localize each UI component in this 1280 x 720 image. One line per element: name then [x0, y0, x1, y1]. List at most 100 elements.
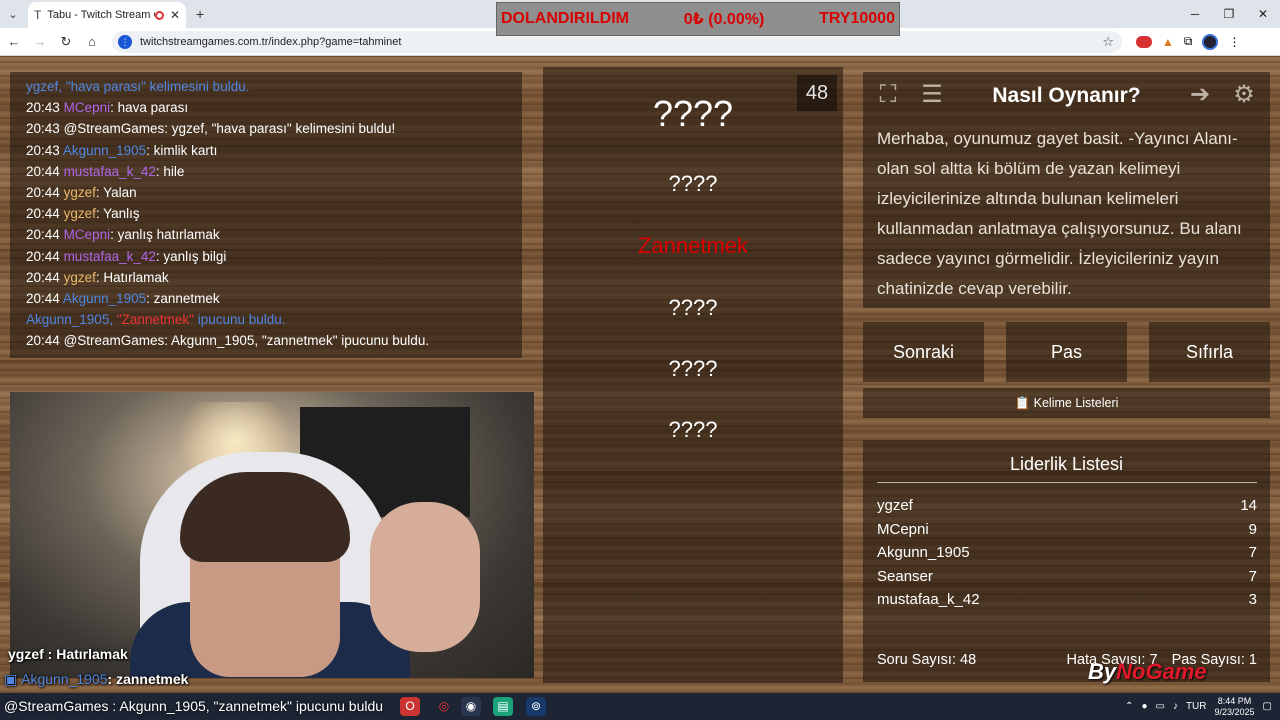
chat-highlight: "Zannetmek" — [116, 312, 194, 328]
word-lists-label: Kelime Listeleri — [1033, 396, 1119, 410]
chat-message: 20:44 mustafaa_k_42: yanlış bilgi — [26, 246, 506, 267]
close-tab-icon[interactable]: ✕ — [170, 8, 180, 22]
tray-chevron-icon[interactable]: ⌃ — [1125, 701, 1133, 712]
back-icon[interactable]: ← — [2, 34, 26, 49]
volume-icon[interactable]: ♪ — [1173, 701, 1178, 712]
how-to-panel: ⛶ ☰ ➔ ⚙ Nasıl Oynanır? Merhaba, oyunumuz… — [863, 72, 1270, 308]
browser-tab[interactable]: T Tabu - Twitch Stream Game ✕ — [28, 2, 186, 28]
chat-message: 20:43 MCepni: hava parası — [26, 97, 506, 118]
app-taskbar-icon[interactable]: ▤ — [493, 697, 513, 716]
ticker-center: 0₺ (0.00%) — [683, 11, 765, 28]
streamer-hair — [180, 472, 350, 562]
chat-text: : ygzef, "hava parası" kelimesini buldu! — [164, 121, 396, 137]
leaderboard-row: ygzef 14 — [877, 497, 1257, 514]
hint-word-5: ???? — [668, 417, 718, 442]
extensions-puzzle-icon[interactable]: ⧉ — [1184, 34, 1193, 49]
opera-gx-icon[interactable]: ◎ — [434, 697, 454, 716]
mic-icon[interactable]: ● — [1141, 701, 1147, 712]
chat-text: : Hatırlamak — [95, 269, 169, 285]
bookmark-star-icon[interactable]: ☆ — [1102, 34, 1114, 50]
chat-tail: ipucunu buldu. — [193, 312, 286, 328]
chat-text: : Akgunn_1905, "zannetmek" ipucunu buldu… — [164, 333, 430, 349]
logo-nogame: NoGame — [1116, 659, 1207, 684]
overlay-chat-1: ygzef : Hatırlamak — [8, 646, 128, 662]
chat-message: 20:44 MCepni: yanlış hatırlamak — [26, 224, 506, 245]
minimize-icon[interactable]: ─ — [1178, 0, 1212, 28]
chat-timestamp: 20:43 — [26, 121, 60, 137]
site-info-icon[interactable]: ⋮ — [118, 34, 132, 49]
opera-taskbar-icon[interactable]: O — [400, 697, 420, 716]
forward-icon[interactable]: → — [28, 34, 52, 49]
chat-username[interactable]: ygzef — [26, 79, 58, 94]
chat-username[interactable]: mustafaa_k_42 — [64, 249, 156, 264]
chat-username[interactable]: MCepni — [64, 227, 111, 242]
new-tab-icon[interactable]: + — [196, 6, 204, 22]
chat-message: 20:43 Akgunn_1905: kimlik kartı — [26, 140, 506, 161]
steam-taskbar-icon[interactable]: ⊚ — [526, 697, 546, 716]
chat-username[interactable]: ygzef — [64, 185, 96, 200]
chat-username[interactable]: Akgunn_1905, — [26, 312, 117, 327]
chat-timestamp: 20:44 — [26, 163, 60, 179]
chat-message: 20:44 @StreamGames: Akgunn_1905, "zannet… — [26, 330, 506, 351]
word-lists-button[interactable]: 📋 Kelime Listeleri — [863, 388, 1270, 418]
chat-text: , "hava parası" kelimesini buldu. — [58, 79, 250, 94]
chat-text: : yanlış bilgi — [155, 248, 227, 264]
chat-text: : hava parası — [110, 100, 189, 116]
clock[interactable]: 8:44 PM 9/23/2025 — [1215, 696, 1255, 718]
metamask-icon[interactable]: ▲ — [1162, 35, 1174, 49]
overlay-text: : zannetmek — [107, 671, 189, 687]
leaderboard-divider — [877, 482, 1257, 483]
home-icon[interactable]: ⌂ — [80, 34, 104, 49]
chat-timestamp: 20:43 — [26, 142, 60, 158]
chat-message: 20:44 ygzef: Yalan — [26, 182, 506, 203]
chat-timestamp: 20:43 — [26, 100, 60, 116]
chat-username[interactable]: MCepni — [64, 100, 111, 115]
leaderboard-name: mustafaa_k_42 — [877, 591, 980, 609]
chat-timestamp: 20:44 — [26, 333, 60, 349]
reset-button[interactable]: Sıfırla — [1149, 322, 1270, 382]
tab-search-icon[interactable]: ⌄ — [0, 0, 26, 28]
chat-username[interactable]: mustafaa_k_42 — [64, 164, 156, 179]
chat-message: ygzef, "hava parası" kelimesini buldu. — [26, 76, 506, 97]
close-window-icon[interactable]: ✕ — [1246, 0, 1280, 28]
chat-message: 20:44 ygzef: Yanlış — [26, 203, 506, 224]
streamer-hand — [370, 502, 480, 652]
notification-icon[interactable]: ▢ — [1263, 701, 1272, 712]
clock-time: 8:44 PM — [1217, 695, 1252, 706]
chat-message: Akgunn_1905, "Zannetmek" ipucunu buldu. — [26, 309, 506, 330]
chat-timestamp: 20:44 — [26, 291, 60, 307]
language-indicator[interactable]: TUR — [1186, 701, 1207, 712]
profile-avatar[interactable] — [1202, 33, 1219, 50]
menu-kebab-icon[interactable]: ⋮ — [1228, 35, 1240, 49]
restore-icon[interactable]: ❐ — [1212, 0, 1246, 28]
leaderboard-name: Seanser — [877, 567, 933, 585]
network-icon[interactable]: ▭ — [1155, 701, 1164, 712]
tab-favicon-icon: T — [34, 8, 42, 22]
bynogame-logo: ByNoGame — [1088, 659, 1207, 685]
leaderboard-panel: Liderlik Listesi ygzef 14 MCepni 9 Akgunn_19… — [863, 440, 1270, 682]
chat-text: : hile — [155, 163, 185, 179]
adblock-icon[interactable] — [1136, 35, 1152, 48]
next-button[interactable]: Sonraki — [863, 322, 984, 382]
hint-word-found: Zannetmek — [637, 233, 749, 258]
leaderboard-score: 14 — [1240, 497, 1257, 514]
chat-username[interactable]: @StreamGames — [64, 333, 165, 348]
chat-username[interactable]: @StreamGames — [64, 121, 165, 136]
chat-username[interactable]: Akgunn_1905 — [63, 291, 146, 306]
chrome-taskbar-icon[interactable]: ◉ — [461, 697, 481, 716]
chat-timestamp: 20:44 — [26, 206, 60, 222]
url-text: twitchstreamgames.com.tr/index.php?game=… — [140, 35, 402, 48]
overlay-twitch-icon: ▣ — [4, 671, 18, 687]
system-tray: ⌃ ● ▭ ♪ TUR 8:44 PM 9/23/2025 ▢ — [1125, 693, 1280, 720]
logo-by: By — [1088, 659, 1117, 684]
chat-username[interactable]: ygzef — [64, 270, 96, 285]
chat-text: : Yalan — [95, 185, 137, 201]
pass-button[interactable]: Pas — [1006, 322, 1127, 382]
reload-icon[interactable]: ↻ — [54, 34, 78, 50]
chat-username[interactable]: ygzef — [64, 206, 96, 221]
chat-username[interactable]: Akgunn_1905 — [63, 143, 146, 158]
leaderboard-row: MCepni 9 — [877, 521, 1257, 538]
chat-timestamp: 20:44 — [26, 269, 60, 285]
clipboard-icon: 📋 — [1014, 396, 1031, 410]
chat-text: : kimlik kartı — [146, 142, 218, 158]
